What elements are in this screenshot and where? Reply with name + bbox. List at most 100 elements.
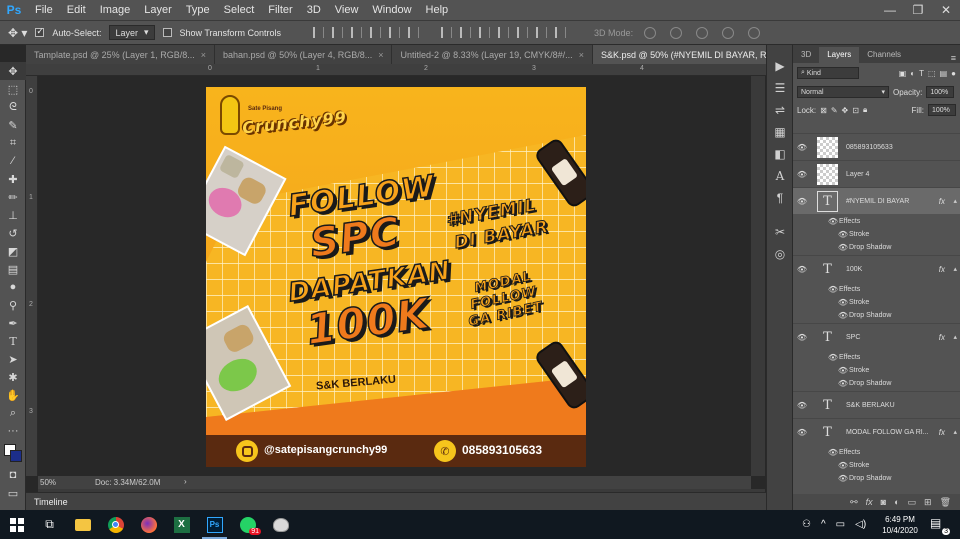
lock-artboard-icon[interactable]: ⊡ bbox=[852, 106, 859, 115]
menu-select[interactable]: Select bbox=[217, 0, 262, 20]
collapse-arrow-icon[interactable]: ▴ bbox=[953, 333, 957, 341]
menu-file[interactable]: File bbox=[28, 0, 60, 20]
layer-row[interactable]: 👁︎ T MODAL FOLLOW GA RI... fx ▴ bbox=[793, 418, 960, 445]
filter-adjust-icon[interactable]: ◐ bbox=[910, 69, 915, 78]
filter-smart-icon[interactable]: ▤ bbox=[940, 69, 948, 78]
filter-toggle-icon[interactable]: ● bbox=[951, 69, 956, 78]
effects-row[interactable]: 👁︎ Effects bbox=[793, 446, 960, 459]
visibility-eye-icon[interactable]: 👁︎ bbox=[837, 311, 849, 320]
distribute-bottom-icon[interactable] bbox=[479, 27, 491, 38]
align-bottom-icon[interactable] bbox=[351, 27, 363, 38]
menu-image[interactable]: Image bbox=[93, 0, 138, 20]
vertical-scrollbar[interactable] bbox=[751, 76, 765, 476]
effects-row[interactable]: 👁︎ Effects bbox=[793, 351, 960, 364]
scale-3d-icon[interactable] bbox=[748, 26, 761, 39]
layer-name[interactable]: 085893105633 bbox=[846, 144, 893, 151]
effects-row[interactable]: 👁︎ Effects bbox=[793, 215, 960, 228]
visibility-eye-icon[interactable]: 👁︎ bbox=[837, 366, 849, 375]
tab-3d[interactable]: 3D bbox=[793, 47, 819, 63]
stroke-effect-row[interactable]: 👁︎ Stroke bbox=[793, 228, 960, 241]
chevron-up-icon[interactable]: ^ bbox=[821, 519, 826, 530]
add-mask-icon[interactable]: ◙ bbox=[881, 497, 886, 507]
filter-shape-icon[interactable]: ⬚ bbox=[928, 69, 936, 78]
blend-mode-dropdown[interactable]: Normal ▾ bbox=[797, 86, 889, 98]
zoom-tool-icon[interactable]: ⌕ bbox=[0, 404, 26, 422]
align-left-icon[interactable] bbox=[370, 27, 382, 38]
visibility-eye-icon[interactable]: 👁︎ bbox=[827, 448, 839, 457]
align-right-icon[interactable] bbox=[408, 27, 420, 38]
auto-select-checkbox[interactable] bbox=[35, 26, 45, 37]
properties-icon[interactable]: ☰ bbox=[767, 77, 793, 99]
layer-row[interactable]: 👁︎ Layer 4 bbox=[793, 160, 960, 187]
visibility-eye-icon[interactable]: 👁︎ bbox=[837, 379, 849, 388]
drag-3d-icon[interactable] bbox=[696, 26, 709, 39]
shape-tool-icon[interactable]: ✱ bbox=[0, 368, 26, 386]
paragraph-icon[interactable]: ¶ bbox=[767, 187, 793, 209]
file-explorer-icon[interactable] bbox=[66, 510, 99, 539]
healing-tool-icon[interactable]: ✚ bbox=[0, 170, 26, 188]
visibility-eye-icon[interactable]: 👁︎ bbox=[793, 428, 811, 437]
menu-filter[interactable]: Filter bbox=[261, 0, 299, 20]
align-middle-icon[interactable] bbox=[332, 27, 344, 38]
layer-name[interactable]: SPC bbox=[846, 334, 860, 341]
close-icon[interactable]: × bbox=[201, 50, 206, 60]
hand-tool-icon[interactable]: ✋ bbox=[0, 386, 26, 404]
tab-bahan[interactable]: bahan.psd @ 50% (Layer 4, RGB/8... × bbox=[214, 45, 393, 64]
paint-app-icon[interactable] bbox=[264, 510, 297, 539]
layer-name[interactable]: MODAL FOLLOW GA RI... bbox=[846, 429, 929, 436]
effects-row[interactable]: 👁︎ Effects bbox=[793, 283, 960, 296]
menu-layer[interactable]: Layer bbox=[137, 0, 179, 20]
new-group-icon[interactable]: ▭ bbox=[908, 497, 917, 508]
lock-pixels-icon[interactable]: ✎ bbox=[831, 106, 838, 115]
fx-icon[interactable]: fx bbox=[939, 333, 945, 342]
new-layer-icon[interactable]: ⊞ bbox=[924, 497, 932, 508]
visibility-eye-icon[interactable]: 👁︎ bbox=[793, 170, 811, 179]
shadow-effect-row[interactable]: 👁︎ Drop Shadow bbox=[793, 472, 960, 485]
distribute-center-icon[interactable] bbox=[517, 27, 529, 38]
gradient-tool-icon[interactable]: ▤ bbox=[0, 260, 26, 278]
slide-3d-icon[interactable] bbox=[722, 26, 735, 39]
move-tool-icon[interactable]: ✥ ▾ bbox=[8, 26, 27, 40]
fill-field[interactable]: 100% bbox=[928, 104, 956, 116]
layer-row[interactable]: 👁︎ 085893105633 bbox=[793, 133, 960, 160]
filter-pixel-icon[interactable]: ▣ bbox=[899, 69, 907, 78]
lock-transparent-icon[interactable]: ⊠ bbox=[820, 106, 827, 115]
styles-icon[interactable]: ◧ bbox=[767, 143, 793, 165]
clone-source-icon[interactable]: ◎ bbox=[767, 243, 793, 265]
layer-name[interactable]: 100K bbox=[846, 266, 862, 273]
windows-start-icon[interactable] bbox=[0, 510, 33, 539]
visibility-eye-icon[interactable]: 👁︎ bbox=[827, 285, 839, 294]
distribute-left-icon[interactable] bbox=[498, 27, 510, 38]
visibility-eye-icon[interactable]: 👁︎ bbox=[793, 333, 811, 342]
task-view-icon[interactable]: ⧉ bbox=[33, 510, 66, 539]
collapse-arrow-icon[interactable]: ▴ bbox=[953, 265, 957, 273]
menu-type[interactable]: Type bbox=[179, 0, 217, 20]
auto-align-icon[interactable] bbox=[555, 27, 567, 38]
layer-name[interactable]: Layer 4 bbox=[846, 171, 869, 178]
layer-name[interactable]: #NYEMIL DI BAYAR bbox=[846, 198, 909, 205]
pen-tool-icon[interactable]: ✒ bbox=[0, 314, 26, 332]
distribute-top-icon[interactable] bbox=[441, 27, 453, 38]
screen-mode-icon[interactable]: ▭ bbox=[0, 484, 26, 502]
close-button[interactable]: ✕ bbox=[932, 0, 960, 20]
align-top-icon[interactable] bbox=[313, 27, 325, 38]
roll-3d-icon[interactable] bbox=[670, 26, 683, 39]
status-menu-arrow-icon[interactable]: › bbox=[184, 477, 187, 486]
visibility-eye-icon[interactable]: 👁︎ bbox=[793, 197, 811, 206]
layer-row-selected[interactable]: 👁︎ T #NYEMIL DI BAYAR fx ▴ bbox=[793, 187, 960, 214]
minimize-button[interactable]: — bbox=[876, 0, 904, 20]
volume-icon[interactable]: ◁) bbox=[855, 519, 866, 530]
show-transform-checkbox[interactable] bbox=[162, 28, 172, 37]
character-icon[interactable]: A bbox=[767, 165, 793, 187]
align-icons[interactable] bbox=[311, 27, 568, 38]
stroke-effect-row[interactable]: 👁︎ Stroke bbox=[793, 296, 960, 309]
lock-all-icon[interactable]: 🔒︎ bbox=[863, 105, 867, 115]
kind-filter-dropdown[interactable]: ⌕ Kind bbox=[797, 67, 859, 79]
people-icon[interactable]: ⚇ bbox=[802, 519, 811, 530]
clock[interactable]: 6:49 PM 10/4/2020 bbox=[880, 514, 920, 536]
menu-window[interactable]: Window bbox=[365, 0, 418, 20]
menu-edit[interactable]: Edit bbox=[60, 0, 93, 20]
layer-row[interactable]: 👁︎ T S&K BERLAKU bbox=[793, 391, 960, 418]
orbit-3d-icon[interactable] bbox=[644, 26, 657, 39]
tools-presets-icon[interactable]: ✂ bbox=[767, 221, 793, 243]
